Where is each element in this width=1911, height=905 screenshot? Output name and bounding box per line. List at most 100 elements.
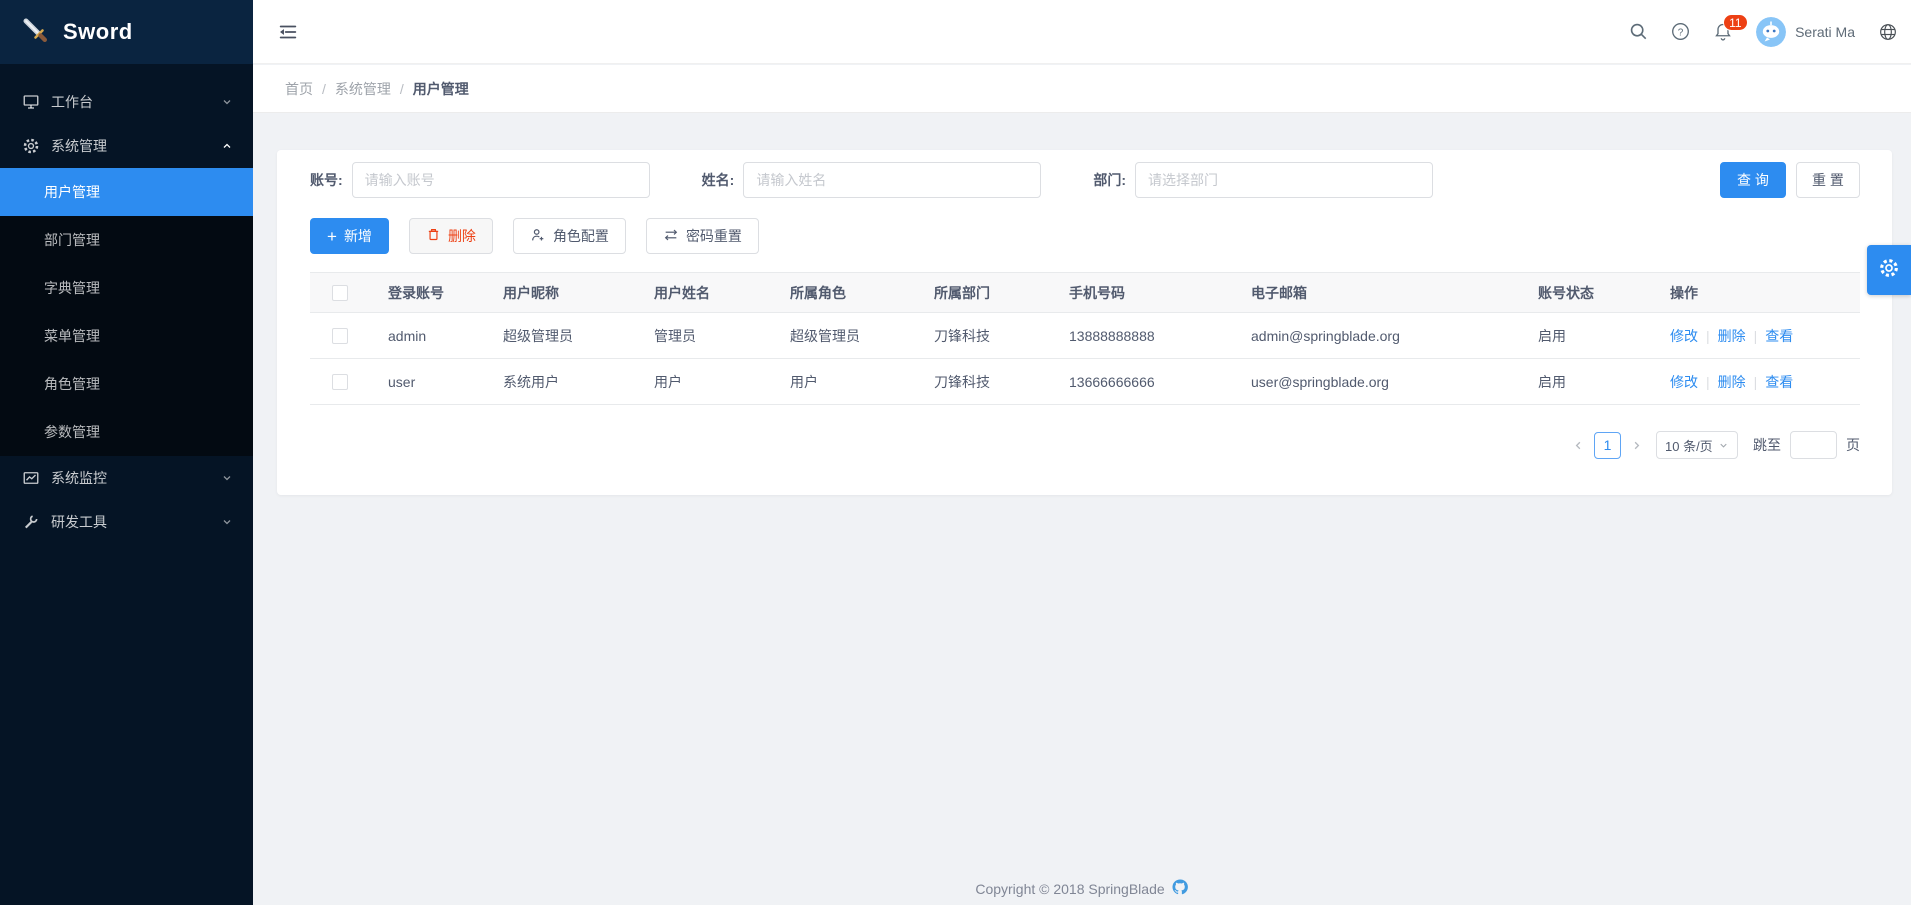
sidebar-item-menu-mgmt[interactable]: 菜单管理 (0, 312, 253, 360)
page-number-1[interactable]: 1 (1594, 432, 1621, 459)
role-config-label: 角色配置 (553, 226, 609, 246)
action-divider: | (1754, 374, 1758, 390)
cell-account: user (370, 359, 485, 405)
toolbar: + 新增 删除 角色配置 (310, 218, 1860, 254)
footer: Copyright © 2018 SpringBlade (253, 878, 1911, 899)
dept-select[interactable] (1135, 162, 1433, 198)
delete-button-label: 删除 (448, 226, 476, 246)
row-checkbox[interactable] (332, 374, 348, 390)
view-link[interactable]: 查看 (1765, 328, 1793, 344)
add-button[interactable]: + 新增 (310, 218, 389, 254)
user-mgmt-card: 账号: 姓名: 部门: 查 询 重 置 + (277, 150, 1892, 495)
theme-settings-button[interactable] (1867, 245, 1911, 295)
gear-icon (1878, 257, 1900, 284)
jump-page-input[interactable] (1790, 431, 1837, 459)
cell-account: admin (370, 313, 485, 359)
github-icon[interactable] (1171, 878, 1189, 899)
sidebar-item-system-mgmt[interactable]: 系统管理 (0, 124, 253, 168)
prev-page-icon[interactable] (1572, 439, 1585, 452)
sidebar-item-dept-mgmt[interactable]: 部门管理 (0, 216, 253, 264)
wrench-icon (22, 513, 40, 531)
breadcrumb: 首页 / 系统管理 / 用户管理 (285, 79, 469, 99)
select-all-checkbox[interactable] (332, 285, 348, 301)
user-menu[interactable]: Serati Ma (1756, 17, 1855, 47)
sidebar: Sword 工作台 系统管理 (0, 0, 253, 905)
breadcrumb-system-mgmt[interactable]: 系统管理 (335, 79, 391, 99)
sidebar-item-dev-tools[interactable]: 研发工具 (0, 500, 253, 544)
delete-button[interactable]: 删除 (409, 218, 493, 254)
app-title: Sword (63, 19, 133, 45)
jump-to-label: 跳至 (1753, 435, 1781, 455)
sidebar-item-label: 参数管理 (44, 422, 100, 442)
avatar (1756, 17, 1786, 47)
breadcrumb-separator: / (400, 81, 404, 97)
breadcrumb-home[interactable]: 首页 (285, 79, 313, 99)
help-icon[interactable]: ? (1671, 22, 1690, 41)
reset-password-button[interactable]: 密码重置 (646, 218, 759, 254)
sidebar-item-label: 角色管理 (44, 374, 100, 394)
chevron-down-icon (221, 472, 233, 484)
account-input[interactable] (352, 162, 650, 198)
name-label: 姓名: (702, 170, 735, 190)
sidebar-item-role-mgmt[interactable]: 角色管理 (0, 360, 253, 408)
sidebar-item-label: 系统监控 (51, 468, 221, 488)
add-button-label: 新增 (344, 226, 372, 246)
breadcrumb-current: 用户管理 (413, 79, 469, 99)
header-actions: ? 11 Serati Ma (1629, 17, 1911, 47)
sword-icon (20, 15, 50, 50)
notifications-bell[interactable]: 11 (1713, 22, 1733, 42)
sidebar-item-label: 工作台 (51, 92, 221, 112)
sidebar-item-workbench[interactable]: 工作台 (0, 80, 253, 124)
sidebar-item-user-mgmt[interactable]: 用户管理 (0, 168, 253, 216)
notification-badge: 11 (1723, 14, 1747, 31)
search-icon[interactable] (1629, 22, 1648, 41)
table-row: user 系统用户 用户 用户 刀锋科技 13666666666 user@sp… (310, 359, 1860, 405)
name-input[interactable] (743, 162, 1041, 198)
sidebar-item-label: 用户管理 (44, 182, 100, 202)
reset-button[interactable]: 重 置 (1796, 162, 1860, 198)
menu-fold-icon[interactable] (277, 21, 299, 43)
delete-link[interactable]: 删除 (1718, 328, 1746, 344)
filter-account: 账号: (310, 162, 650, 198)
breadcrumb-separator: / (322, 81, 326, 97)
cell-dept: 刀锋科技 (916, 313, 1051, 359)
chevron-up-icon (221, 140, 233, 152)
next-page-icon[interactable] (1630, 439, 1643, 452)
sidebar-item-param-mgmt[interactable]: 参数管理 (0, 408, 253, 456)
col-status: 账号状态 (1520, 273, 1652, 313)
logo[interactable]: Sword (0, 0, 253, 64)
page-size-select[interactable]: 10 条/页 (1656, 431, 1738, 459)
action-divider: | (1706, 374, 1710, 390)
col-user-name: 用户姓名 (636, 273, 772, 313)
cell-actions: 修改|删除|查看 (1652, 313, 1860, 359)
globe-icon[interactable] (1878, 22, 1898, 42)
delete-link[interactable]: 删除 (1718, 374, 1746, 390)
plus-icon: + (327, 228, 337, 245)
role-config-button[interactable]: 角色配置 (513, 218, 626, 254)
row-checkbox[interactable] (332, 328, 348, 344)
sidebar-item-dict-mgmt[interactable]: 字典管理 (0, 264, 253, 312)
cell-actions: 修改 | 删除 | 查看 (1652, 359, 1860, 405)
monitor-icon (22, 93, 40, 111)
chevron-down-icon (221, 96, 233, 108)
sidebar-item-system-monitor[interactable]: 系统监控 (0, 456, 253, 500)
table-row: admin 超级管理员 管理员 超级管理员 刀锋科技 13888888888 a… (310, 313, 1860, 359)
gear-icon (22, 137, 40, 155)
sidebar-item-label: 研发工具 (51, 512, 221, 532)
cell-status: 启用 (1520, 359, 1652, 405)
chevron-down-icon (1718, 440, 1729, 451)
copyright-text: Copyright © 2018 SpringBlade (975, 881, 1164, 897)
col-nickname: 用户昵称 (485, 273, 636, 313)
sidebar-item-label: 菜单管理 (44, 326, 100, 346)
pagination: 1 10 条/页 跳至 页 (310, 431, 1860, 459)
cell-email: user@springblade.org (1233, 359, 1520, 405)
breadcrumb-bar: 首页 / 系统管理 / 用户管理 (253, 65, 1911, 113)
users-table: 登录账号 用户昵称 用户姓名 所属角色 所属部门 手机号码 电子邮箱 账号状态 … (310, 272, 1860, 405)
svg-text:?: ? (1678, 27, 1684, 38)
view-link[interactable]: 查看 (1765, 374, 1793, 390)
edit-link[interactable]: 修改 (1670, 328, 1698, 344)
action-divider: | (1706, 328, 1710, 344)
cell-status: 启用 (1520, 313, 1652, 359)
edit-link[interactable]: 修改 (1670, 374, 1698, 390)
search-button[interactable]: 查 询 (1720, 162, 1786, 198)
